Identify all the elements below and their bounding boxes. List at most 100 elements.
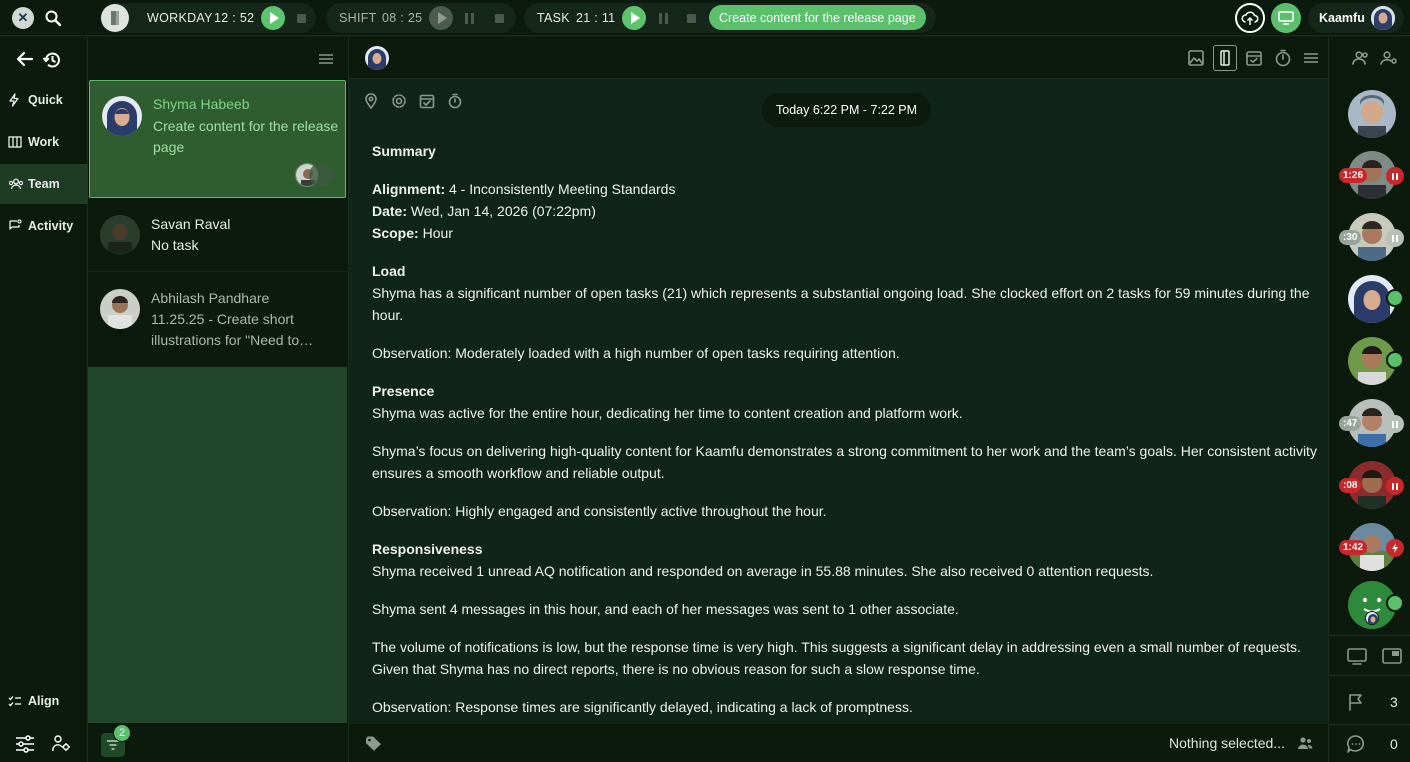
shift-stop-button[interactable] [495,13,504,23]
user-settings-icon[interactable] [1380,51,1398,68]
nav-align-label: Align [28,694,60,708]
stopwatch-icon[interactable] [1274,49,1292,70]
team-members-icon[interactable] [1351,51,1369,68]
member-task: 11.25.25 - Create short illustrations fo… [151,311,314,348]
task-time: 21 : 11 [576,11,616,25]
load-observation: Observation: Moderately loaded with a hi… [372,345,900,361]
cloud-upload-icon[interactable] [1235,3,1265,33]
task-pause-button[interactable] [659,12,668,24]
alignment-value: 4 - Inconsistently Meeting Standards [449,181,676,197]
history-icon[interactable] [42,50,62,73]
member-avatar[interactable] [365,46,389,70]
load-heading: Load [372,263,406,279]
nav-activity-label: Activity [28,219,74,233]
member-name: Abhilash Pandhare [151,290,270,306]
sliders-icon[interactable] [15,735,35,756]
workday-label: WORKDAY [147,11,213,25]
member-card-shyma[interactable]: Shyma Habeeb Create content for the rele… [89,80,346,198]
bolt-icon [8,93,28,107]
timer-badge: 1:42 [1339,540,1368,555]
workday-stop-button[interactable] [297,13,306,23]
user-name: Kaamfu [1319,11,1365,25]
task-label: TASK [537,11,570,25]
settings-icon[interactable] [391,93,407,112]
nothing-selected-text: Nothing selected... [1169,735,1285,751]
current-task-pill[interactable]: Create content for the release page [709,5,926,30]
member-card-savan[interactable]: Savan Raval No task [88,200,347,272]
checklist-icon [8,695,28,707]
workday-timer: WORKDAY 12 : 52 [100,3,316,33]
avatar [100,289,140,329]
left-nav: Quick Work Team Activity Align [0,37,88,762]
member-name: Savan Raval [151,216,231,232]
timer-badge: :47 [1339,416,1362,431]
tag-icon[interactable] [365,736,383,755]
responsiveness-heading: Responsiveness [372,541,483,557]
top-bar: ✕ WORKDAY 12 : 52 SHIFT 08 : 25 TASK 21 … [0,0,1410,36]
paused-icon [1386,415,1404,433]
calendar-check-icon[interactable] [1245,49,1263,70]
person-avatar[interactable] [1348,90,1396,138]
shift-play-button[interactable] [429,6,453,30]
presence-text-2: Shyma’s focus on delivering high-quality… [372,443,1317,481]
divider [1329,675,1410,676]
nav-align[interactable]: Align [0,681,88,721]
list-empty-area [88,367,347,723]
stopwatch-icon[interactable] [447,93,463,112]
presence-heading: Presence [372,383,435,399]
user-settings-icon[interactable] [52,735,72,756]
responsiveness-text-3: The volume of notifications is low, but … [372,639,1301,677]
door-icon[interactable] [101,4,129,32]
back-arrow-icon[interactable] [16,51,34,70]
board-icon [8,136,28,148]
monitor-icon[interactable] [1271,3,1301,33]
nav-activity[interactable]: Activity [0,206,88,246]
presence-observation: Observation: Highly engaged and consiste… [372,503,827,519]
flag-icon[interactable] [1347,693,1365,714]
team-icon [8,178,28,190]
workday-time: 12 : 52 [214,11,255,25]
load-text: Shyma has a significant number of open t… [372,285,1310,323]
summary-heading: Summary [372,143,436,159]
nav-work[interactable]: Work [0,122,88,162]
gallery-icon[interactable] [1187,49,1205,70]
shift-pause-button[interactable] [465,12,474,24]
member-name: Shyma Habeeb [153,96,250,112]
main-header [349,37,1329,79]
filter-count-badge: 2 [113,724,131,742]
picture-in-picture-icon[interactable] [1382,648,1402,667]
screen-icon[interactable] [1347,647,1367,668]
team-list: Shyma Habeeb Create content for the rele… [88,37,348,762]
comment-icon[interactable] [1346,734,1366,757]
shift-time: 08 : 25 [382,11,423,25]
timer-badge: :08 [1339,478,1362,493]
time-range-pill[interactable]: Today 6:22 PM - 7:22 PM [762,93,932,127]
search-icon[interactable] [44,0,62,36]
responsiveness-text: Shyma received 1 unread AQ notification … [372,563,1154,579]
notes-icon[interactable] [1213,45,1237,71]
nav-work-label: Work [28,135,60,149]
nav-quick-label: Quick [28,93,63,107]
shift-label: SHIFT [339,11,377,25]
task-stop-button[interactable] [687,13,696,23]
people-panel: 1:26 :30 :47 :08 1:42 3 0 [1328,37,1410,762]
location-icon[interactable] [363,93,379,112]
online-status-icon [1386,594,1404,612]
activity-icon [8,219,28,233]
member-card-abhilash[interactable]: Abhilash Pandhare 11.25.25 - Create shor… [88,273,347,367]
nav-team-label: Team [28,177,60,191]
date-label: Date: [372,203,408,219]
calendar-check-icon[interactable] [419,93,435,112]
nav-quick[interactable]: Quick [0,80,88,120]
list-menu-icon[interactable] [319,52,333,68]
user-menu[interactable]: Kaamfu [1308,3,1404,33]
people-icon[interactable] [1297,736,1313,753]
filter-icon [107,740,119,750]
app-logo[interactable]: ✕ [12,7,34,29]
workday-play-button[interactable] [261,6,285,30]
menu-icon[interactable] [1304,51,1318,67]
nav-team[interactable]: Team [0,164,88,204]
avatar [102,96,142,136]
avatar [100,215,140,255]
task-play-button[interactable] [622,6,646,30]
